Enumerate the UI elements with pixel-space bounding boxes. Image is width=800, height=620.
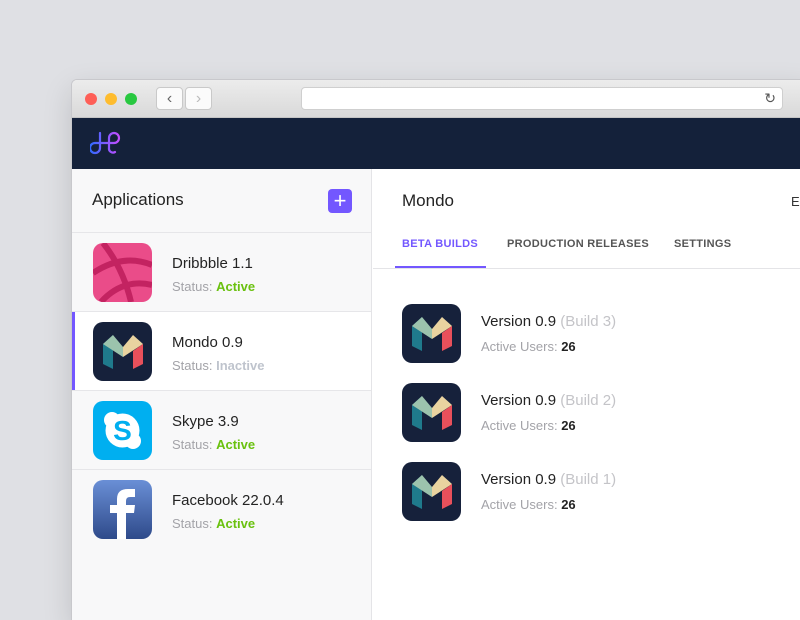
build-version: Version 0.9 (Build 1) [481,471,616,488]
version-text: Version 0.9 [481,392,557,409]
status-value: Active [216,279,256,294]
forward-button[interactable]: › [185,87,212,110]
active-users: Active Users: 26 [481,497,576,512]
title-bar: ‹ › ↻ [72,80,800,118]
status-value: Active [216,516,256,531]
users-count: 26 [561,418,576,433]
sidebar-header: Applications + [72,169,371,233]
build-item[interactable]: Version 0.9 (Build 3) Active Users: 26 [402,304,800,363]
app-name: Mondo 0.9 [172,334,243,351]
tab-bar: BETA BUILDS PRODUCTION RELEASES SETTINGS [373,218,800,269]
status-label: Status: [172,358,213,373]
status-value: Inactive [216,358,265,373]
svg-text:S: S [113,415,132,446]
build-number: (Build 2) [560,392,617,409]
app-list-item-mondo[interactable]: Mondo 0.9 Status: Inactive [72,312,371,391]
tab-beta-builds[interactable]: BETA BUILDS [394,238,487,268]
add-application-button[interactable]: + [328,189,352,213]
app-status: Status: Inactive [172,358,265,373]
users-label: Active Users: [481,339,558,354]
status-label: Status: [172,437,213,452]
app-list-item-dribbble[interactable]: Dribbble 1.1 Status: Active [72,233,371,312]
build-number: (Build 3) [560,313,617,330]
users-label: Active Users: [481,418,558,433]
app-header [72,118,800,169]
build-version: Version 0.9 (Build 3) [481,313,616,330]
active-users: Active Users: 26 [481,339,576,354]
users-count: 26 [561,339,576,354]
users-label: Active Users: [481,497,558,512]
users-count: 26 [561,497,576,512]
app-list-item-skype[interactable]: S Skype 3.9 Status: Active [72,391,371,470]
build-number: (Build 1) [560,471,617,488]
main-panel: Mondo Edit BETA BUILDS PRODUCTION RELEAS… [373,169,800,620]
minimize-window-button[interactable] [105,93,117,105]
app-status: Status: Active [172,516,255,531]
facebook-icon [93,480,152,539]
mondo-icon [402,462,461,521]
sidebar: Applications + Dribbble 1.1 Status: Acti… [72,169,372,620]
active-users: Active Users: 26 [481,418,576,433]
sidebar-title: Applications [92,190,184,209]
build-item[interactable]: Version 0.9 (Build 2) Active Users: 26 [402,383,800,442]
app-name: Facebook 22.0.4 [172,492,284,509]
app-list-item-facebook[interactable]: Facebook 22.0.4 Status: Active [72,470,371,549]
browser-window: ‹ › ↻ Applications + Dribbble 1.1 Status… [72,80,800,620]
skype-icon: S [93,401,152,460]
url-bar[interactable]: ↻ [301,87,783,110]
tab-production-releases[interactable]: PRODUCTION RELEASES [507,238,649,250]
build-version: Version 0.9 (Build 2) [481,392,616,409]
dribbble-icon [93,243,152,302]
version-text: Version 0.9 [481,313,557,330]
back-button[interactable]: ‹ [156,87,183,110]
close-window-button[interactable] [85,93,97,105]
status-label: Status: [172,279,213,294]
page-title: Mondo [402,191,454,210]
app-name: Skype 3.9 [172,413,239,430]
status-label: Status: [172,516,213,531]
edit-button[interactable]: Edit [791,194,800,209]
tab-settings[interactable]: SETTINGS [674,238,731,250]
version-text: Version 0.9 [481,471,557,488]
logo-icon[interactable] [90,130,122,156]
maximize-window-button[interactable] [125,93,137,105]
reload-icon[interactable]: ↻ [764,90,776,107]
mondo-icon [402,304,461,363]
build-item[interactable]: Version 0.9 (Build 1) Active Users: 26 [402,462,800,521]
mondo-icon [402,383,461,442]
app-status: Status: Active [172,437,255,452]
app-name: Dribbble 1.1 [172,255,253,272]
status-value: Active [216,437,256,452]
mondo-icon [93,322,152,381]
app-status: Status: Active [172,279,255,294]
